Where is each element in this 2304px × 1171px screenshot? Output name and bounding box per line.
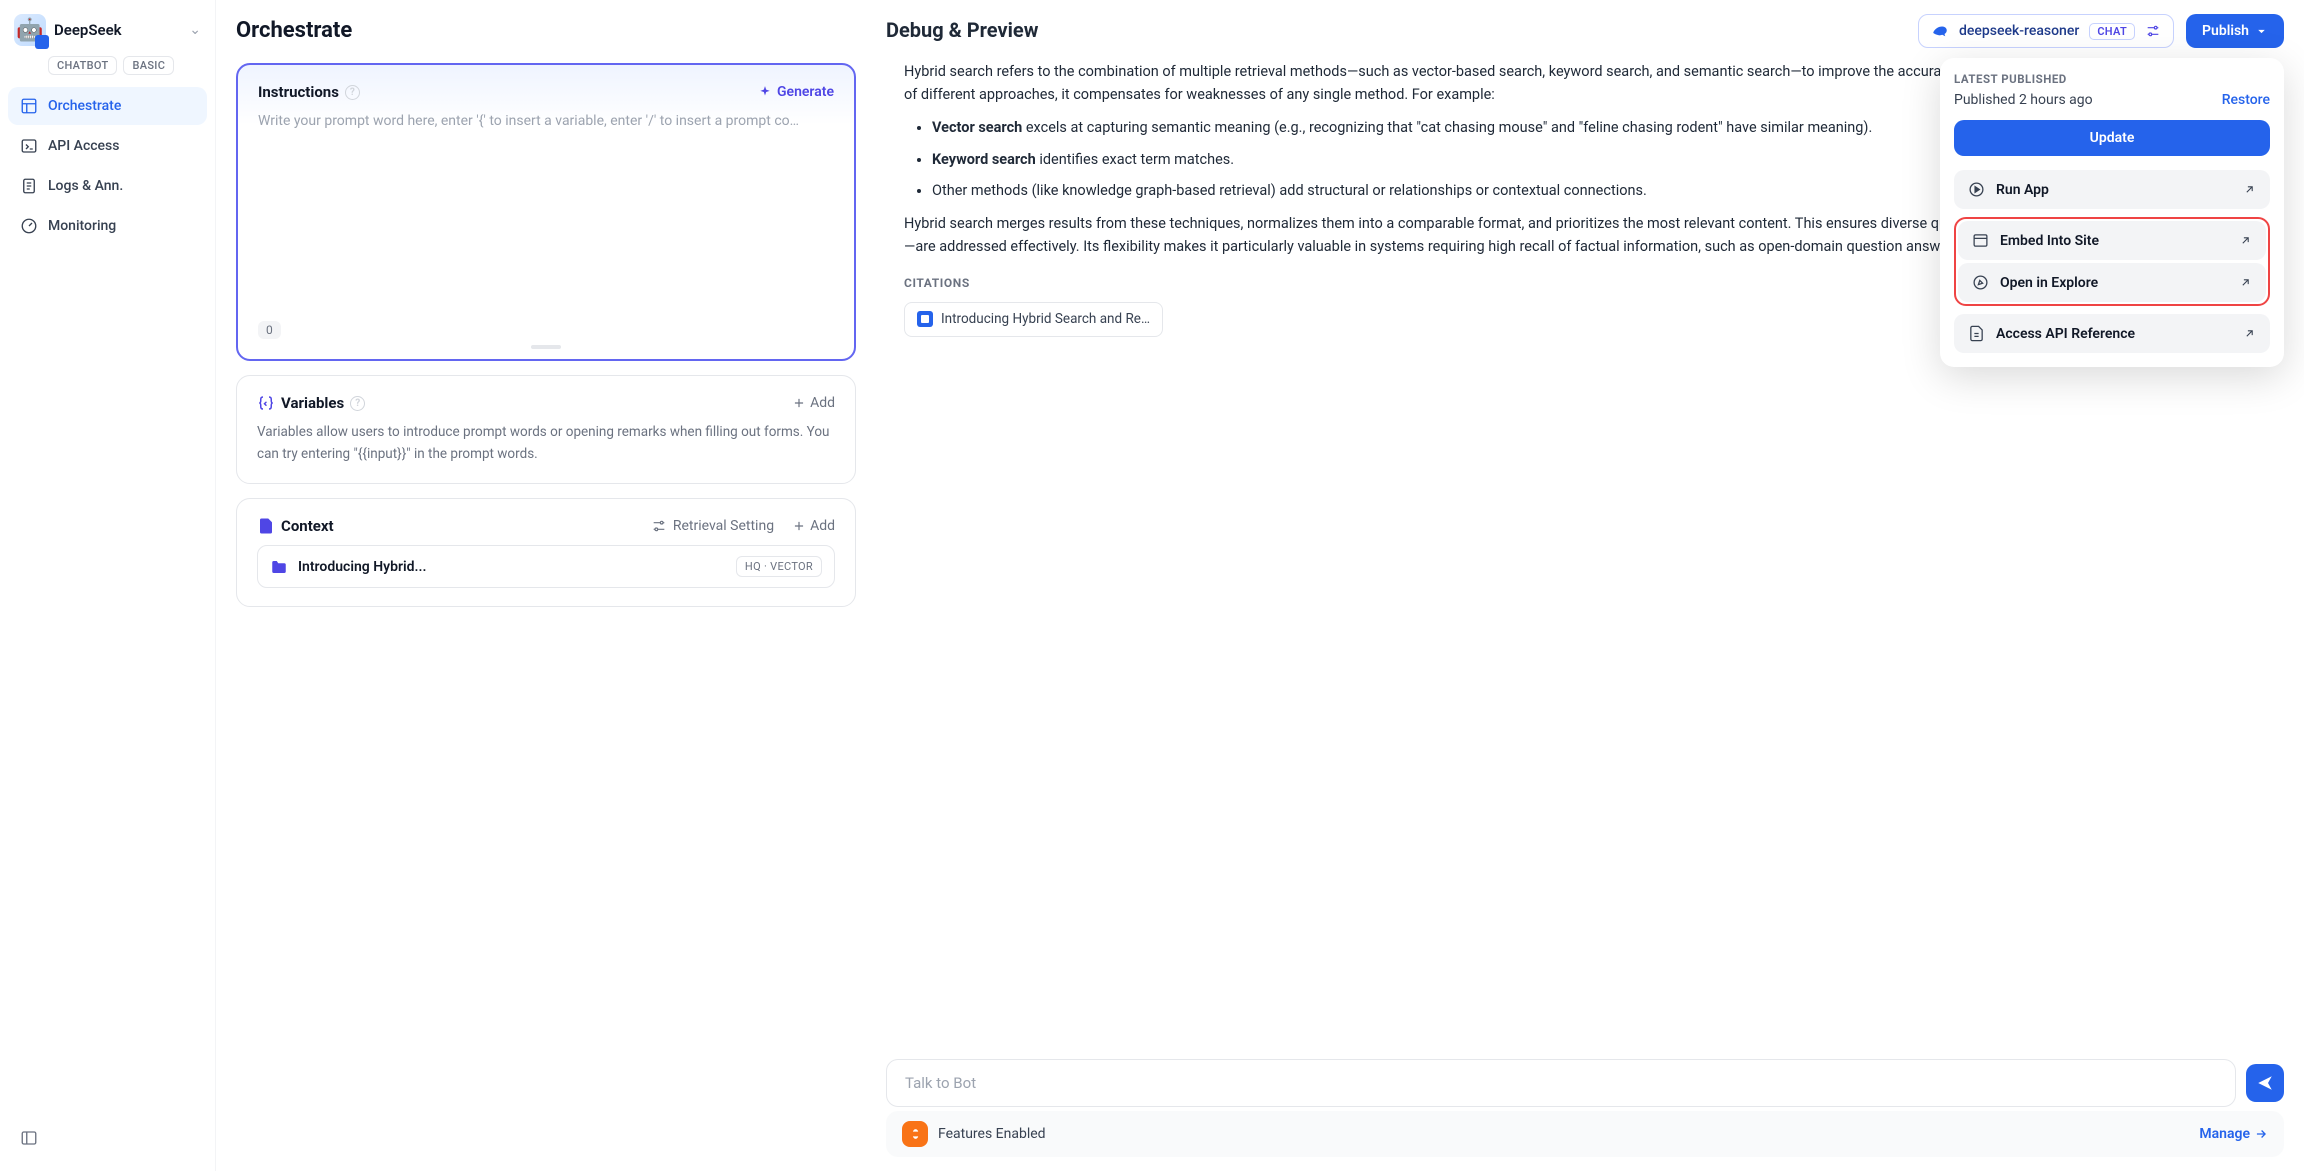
prompt-textarea[interactable]: Write your prompt word here, enter '{' t… [258, 111, 834, 311]
highlighted-actions: Embed Into Site Open in Explore [1954, 217, 2270, 306]
publish-label: Publish [2202, 23, 2249, 39]
braces-icon [257, 394, 275, 412]
retrieval-setting-label: Retrieval Setting [673, 518, 774, 534]
features-label: Features Enabled [938, 1126, 1046, 1142]
citation-name: Introducing Hybrid Search and Re… [941, 309, 1150, 331]
open-explore-action[interactable]: Open in Explore [1958, 263, 2266, 302]
app-name: DeepSeek [54, 21, 181, 39]
send-icon [2256, 1074, 2274, 1092]
context-card: Context Retrieval Setting Add [236, 498, 856, 607]
add-context-button[interactable]: Add [792, 518, 835, 534]
chevron-down-icon: ⌄ [189, 22, 201, 38]
sparkle-icon [758, 85, 772, 99]
manage-label: Manage [2199, 1126, 2250, 1142]
compass-icon [1972, 274, 1989, 291]
gauge-icon [20, 217, 38, 235]
doc-icon [917, 311, 933, 327]
update-button[interactable]: Update [1954, 120, 2270, 156]
instructions-title: Instructions [258, 83, 339, 101]
clipboard-icon [20, 177, 38, 195]
features-bar: Features Enabled Manage [886, 1111, 2284, 1157]
nav-orchestrate-label: Orchestrate [48, 98, 121, 114]
model-name: deepseek-reasoner [1959, 23, 2079, 39]
help-icon[interactable]: ? [345, 85, 360, 100]
instructions-card: Instructions ? Generate Write your promp… [236, 63, 856, 361]
send-button[interactable] [2246, 1064, 2284, 1102]
arrow-up-right-icon [2239, 234, 2252, 247]
app-type-badge-icon [35, 35, 49, 49]
run-app-label: Run App [1996, 182, 2049, 198]
open-explore-label: Open in Explore [2000, 275, 2098, 291]
run-app-action[interactable]: Run App [1954, 170, 2270, 209]
add-variable-label: Add [810, 395, 835, 411]
restore-button[interactable]: Restore [2222, 92, 2270, 108]
window-icon [1972, 232, 1989, 249]
chat-input[interactable]: Talk to Bot [886, 1059, 2236, 1107]
document-icon [257, 517, 275, 535]
embed-site-label: Embed Into Site [2000, 233, 2099, 249]
folder-icon [270, 558, 288, 576]
nav-api-access[interactable]: API Access [8, 127, 207, 165]
whale-icon [1931, 22, 1949, 40]
char-count: 0 [258, 321, 281, 339]
help-icon[interactable]: ? [350, 396, 365, 411]
context-item[interactable]: Introducing Hybrid... HQ · VECTOR [257, 545, 835, 588]
publish-button[interactable]: Publish [2186, 14, 2284, 48]
latest-published-label: LATEST PUBLISHED [1954, 72, 2270, 86]
arrow-up-right-icon [2239, 276, 2252, 289]
nav-monitoring-label: Monitoring [48, 218, 116, 234]
app-tag-chatbot: CHATBOT [48, 56, 117, 75]
page-title: Orchestrate [236, 18, 856, 43]
model-badge: CHAT [2089, 23, 2135, 40]
context-item-badge: HQ · VECTOR [736, 556, 822, 577]
sidebar: 🤖 DeepSeek ⌄ CHATBOT BASIC Orchestrate A… [0, 0, 216, 1171]
api-reference-label: Access API Reference [1996, 326, 2135, 342]
file-icon [1968, 325, 1985, 342]
nav-monitoring[interactable]: Monitoring [8, 207, 207, 245]
sidebar-collapse[interactable] [8, 1117, 207, 1163]
embed-site-action[interactable]: Embed Into Site [1958, 221, 2266, 260]
arrow-right-icon [2254, 1127, 2268, 1141]
variables-description: Variables allow users to introduce promp… [257, 422, 835, 465]
model-selector[interactable]: deepseek-reasoner CHAT [1918, 14, 2174, 48]
plus-icon [792, 396, 806, 410]
generate-button[interactable]: Generate [758, 84, 834, 100]
variables-title: Variables [281, 394, 344, 412]
app-avatar: 🤖 [14, 14, 46, 46]
nav-api-label: API Access [48, 138, 119, 154]
publish-dropdown: LATEST PUBLISHED Published 2 hours ago R… [1940, 58, 2284, 367]
arrow-up-right-icon [2243, 327, 2256, 340]
settings-icon [2145, 23, 2161, 39]
retrieval-setting-button[interactable]: Retrieval Setting [651, 518, 774, 534]
play-icon [1968, 181, 1985, 198]
nav-logs-label: Logs & Ann. [48, 178, 123, 194]
add-context-label: Add [810, 518, 835, 534]
panel-left-icon [20, 1129, 38, 1147]
manage-features-button[interactable]: Manage [2199, 1126, 2268, 1142]
nav-logs[interactable]: Logs & Ann. [8, 167, 207, 205]
app-tag-basic: BASIC [123, 56, 174, 75]
context-title: Context [281, 517, 334, 535]
layout-icon [20, 97, 38, 115]
published-time: Published 2 hours ago [1954, 92, 2093, 108]
features-icon [902, 1121, 928, 1147]
nav-orchestrate[interactable]: Orchestrate [8, 87, 207, 125]
variables-card: Variables ? Add Variables allow users to… [236, 375, 856, 484]
chevron-down-icon [2255, 25, 2268, 38]
terminal-icon [20, 137, 38, 155]
api-reference-action[interactable]: Access API Reference [1954, 314, 2270, 353]
arrow-up-right-icon [2243, 183, 2256, 196]
resize-handle[interactable] [531, 345, 561, 349]
add-variable-button[interactable]: Add [792, 395, 835, 411]
app-switcher[interactable]: 🤖 DeepSeek ⌄ [8, 8, 207, 52]
citation-chip[interactable]: Introducing Hybrid Search and Re… [904, 302, 1163, 338]
context-item-name: Introducing Hybrid... [298, 559, 426, 575]
generate-label: Generate [777, 84, 834, 100]
plus-icon [792, 519, 806, 533]
sliders-icon [651, 518, 667, 534]
